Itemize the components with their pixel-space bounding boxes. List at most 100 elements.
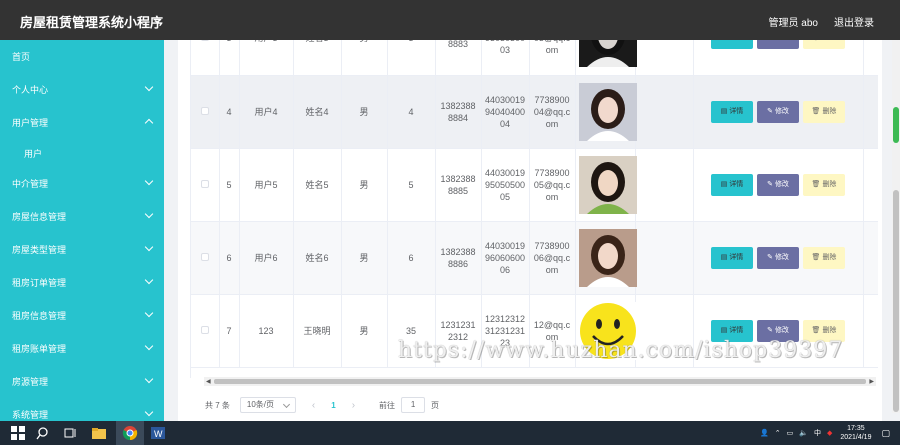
logout-link[interactable]: 退出登录 xyxy=(834,14,874,29)
volume-icon[interactable]: 🔈 xyxy=(799,429,808,437)
cell-email-text: 773890005@qq.com xyxy=(533,167,571,202)
edit-button[interactable]: ✎修改 xyxy=(757,100,799,123)
search-icon[interactable] xyxy=(36,425,52,441)
cell-edge xyxy=(863,221,878,295)
delete-button[interactable]: 🗑删除 xyxy=(803,100,845,123)
ime-indicator[interactable]: 中 xyxy=(814,428,821,438)
edit-icon: ✎ xyxy=(767,107,773,115)
vertical-scrollbar[interactable] xyxy=(892,40,900,413)
vertical-scroll-thumb[interactable] xyxy=(893,190,899,412)
delete-button[interactable]: 🗑删除 xyxy=(803,40,845,50)
next-page-icon[interactable]: › xyxy=(352,400,355,411)
row-checkbox[interactable] xyxy=(200,252,209,261)
cell-idx: 3 xyxy=(219,40,240,76)
scroll-indicator xyxy=(893,107,899,143)
cell-name: 姓名3 xyxy=(293,40,342,76)
chevron-down-icon[interactable] xyxy=(144,242,154,252)
delete-label: 删除 xyxy=(822,253,837,261)
scroll-left-icon[interactable]: ◀ xyxy=(206,378,211,385)
page-size-select[interactable]: 10条/页 xyxy=(239,397,296,413)
goto-page-input[interactable]: 1 xyxy=(401,397,426,413)
table-row[interactable]: 3 用户3 姓名3 男 3 13823888883 440300199303030003 77… xyxy=(191,40,878,76)
goto-label: 前往 xyxy=(379,400,396,410)
cell-actions: ▤详情✎修改🗑删除 xyxy=(693,148,864,222)
sidebar: 首页 个人中心 用户管理 用户 中介管理房屋信息管理房屋类型管理租房订单管理租房信息管理… xyxy=(0,40,164,421)
file-explorer-icon[interactable] xyxy=(90,425,108,441)
chevron-down-icon[interactable] xyxy=(144,209,154,219)
current-user[interactable]: 管理员 abo xyxy=(769,14,818,29)
chevron-up-icon[interactable] xyxy=(144,118,154,128)
chevron-down-icon[interactable] xyxy=(144,308,154,318)
sidebar-item-8[interactable]: 租房信息管理 xyxy=(0,299,164,332)
sidebar-item-2[interactable]: 用户管理 xyxy=(0,106,164,139)
chevron-down-icon[interactable] xyxy=(144,341,154,351)
delete-button[interactable]: 🗑删除 xyxy=(803,246,845,269)
table-row[interactable]: 6 用户6 姓名6 男 6 13823888886 440300199606060006 77… xyxy=(191,221,878,295)
cell-idcard: 440300199303030003 xyxy=(481,40,530,76)
horizontal-scroll-thumb[interactable] xyxy=(214,379,866,384)
row-checkbox[interactable] xyxy=(200,40,209,42)
edit-icon: ✎ xyxy=(767,326,773,334)
taskbar-active-app[interactable] xyxy=(116,421,144,445)
page-number-current[interactable]: 1 xyxy=(331,401,335,410)
detail-button[interactable]: ▤详情 xyxy=(711,100,753,123)
antivirus-icon[interactable]: ◆ xyxy=(827,429,832,437)
goto-page-suffix: 页 xyxy=(431,400,440,410)
network-icon[interactable]: ▭ xyxy=(787,429,794,437)
prev-page-icon[interactable]: ‹ xyxy=(312,400,315,411)
delete-button[interactable]: 🗑删除 xyxy=(803,173,845,196)
chevron-down-icon[interactable] xyxy=(144,275,154,285)
sidebar-item-1[interactable]: 个人中心 xyxy=(0,73,164,106)
user-photo xyxy=(578,228,637,287)
total-count: 共 7 条 xyxy=(205,400,230,410)
detail-label: 详情 xyxy=(729,107,744,115)
row-checkbox[interactable] xyxy=(200,325,209,334)
table-row[interactable]: 5 用户5 姓名5 男 5 13823888885 440300199505050005 77… xyxy=(191,148,878,222)
edit-button[interactable]: ✎修改 xyxy=(757,173,799,196)
windows-start-icon[interactable] xyxy=(10,425,26,441)
sidebar-item-label: 房屋信息管理 xyxy=(12,212,67,222)
top-bar: 房屋租赁管理系统小程序 管理员 abo 退出登录 xyxy=(0,0,900,40)
sidebar-item-5[interactable]: 房屋信息管理 xyxy=(0,200,164,233)
sidebar-item-6[interactable]: 房屋类型管理 xyxy=(0,233,164,266)
detail-icon: ▤ xyxy=(720,326,728,334)
cell-photo xyxy=(575,75,637,149)
scroll-right-icon[interactable]: ▶ xyxy=(869,378,874,385)
sidebar-item-7[interactable]: 租房订单管理 xyxy=(0,266,164,299)
sidebar-item-3[interactable]: 用户 xyxy=(0,139,164,167)
table-row[interactable]: 4 用户4 姓名4 男 4 13823888884 440300199404040004 77… xyxy=(191,75,878,149)
chevron-down-icon[interactable] xyxy=(144,82,154,92)
cell-email: 773890005@qq.com xyxy=(529,148,576,222)
cell-phone: 13823888883 xyxy=(435,40,482,76)
sidebar-item-11[interactable]: 系统管理 xyxy=(0,398,164,421)
horizontal-scrollbar[interactable]: ◀ ▶ xyxy=(204,377,876,386)
cell-account: 用户3 xyxy=(239,40,294,76)
sidebar-item-0[interactable]: 首页 xyxy=(0,40,164,73)
detail-button[interactable]: ▤详情 xyxy=(711,246,753,269)
clock[interactable]: 17:35 2021/4/19 xyxy=(840,424,871,442)
sidebar-item-4[interactable]: 中介管理 xyxy=(0,167,164,200)
row-checkbox[interactable] xyxy=(200,106,209,115)
detail-button[interactable]: ▤详情 xyxy=(711,40,753,50)
edit-label: 修改 xyxy=(774,326,789,334)
cell-gender: 男 xyxy=(341,75,388,149)
sidebar-item-label: 租房订单管理 xyxy=(12,278,67,288)
cell-idx-text: 5 xyxy=(226,179,232,190)
cell-age: 5 xyxy=(387,148,436,222)
sidebar-item-10[interactable]: 房源管理 xyxy=(0,365,164,398)
top-right-menu: 管理员 abo 退出登录 xyxy=(769,14,874,29)
chevron-down-icon[interactable] xyxy=(144,176,154,186)
edit-button[interactable]: ✎修改 xyxy=(757,40,799,50)
sidebar-item-9[interactable]: 租房账单管理 xyxy=(0,332,164,365)
chevron-down-icon[interactable] xyxy=(144,374,154,384)
task-view-icon[interactable] xyxy=(62,425,78,441)
edit-button[interactable]: ✎修改 xyxy=(757,246,799,269)
user-icon[interactable]: 👤 xyxy=(760,429,769,437)
tray-apps-icon[interactable]: ⌃ xyxy=(775,429,781,437)
row-checkbox[interactable] xyxy=(200,179,209,188)
notification-icon[interactable]: ▢ xyxy=(881,428,890,439)
detail-button[interactable]: ▤详情 xyxy=(711,173,753,196)
word-icon[interactable]: W xyxy=(150,425,166,441)
chevron-down-icon[interactable] xyxy=(144,407,154,417)
cell-account-text: 123 xyxy=(258,325,274,336)
